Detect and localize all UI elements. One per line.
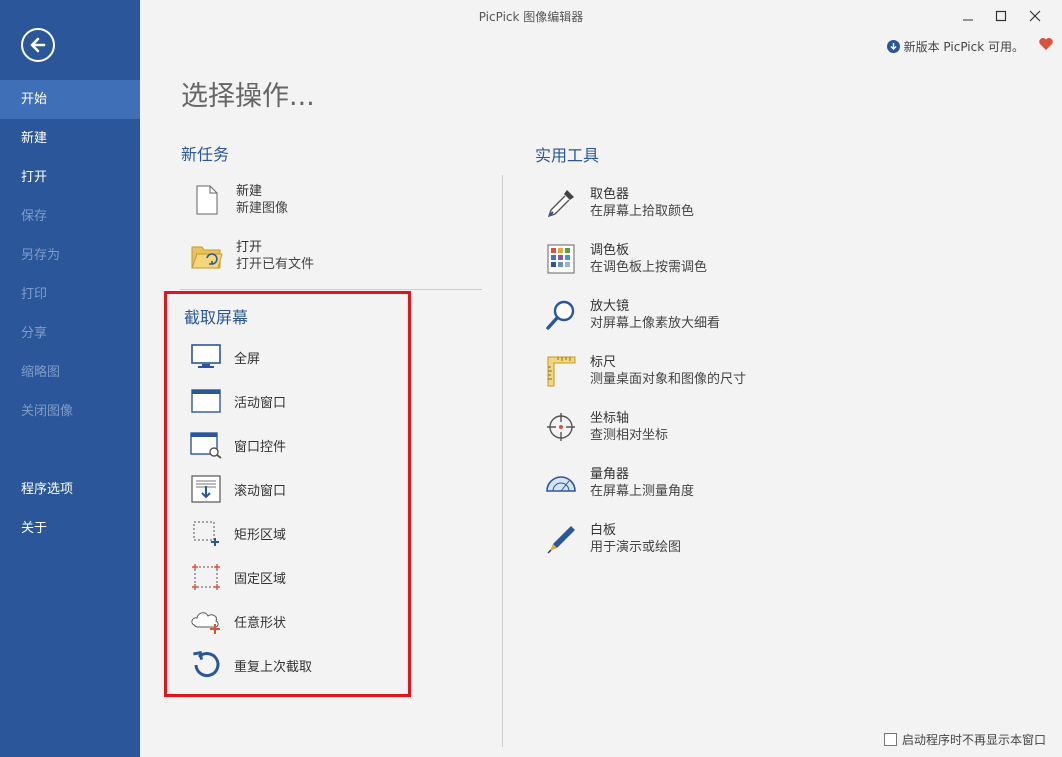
sidebar: 开始 新建 打开 保存 另存为 打印 分享 缩略图 关闭图像 程序选项 关于 (0, 0, 140, 757)
new-image-button[interactable]: 新建 新建图像 (190, 183, 288, 217)
color-picker-label: 取色器 (590, 187, 630, 202)
sidebar-item-print: 打印 (21, 287, 48, 302)
maximize-button[interactable] (985, 4, 1017, 28)
ruler-label: 标尺 (590, 355, 617, 370)
color-palette-label: 调色板 (590, 243, 630, 258)
color-picker-sub: 在屏幕上拾取颜色 (590, 204, 695, 219)
sidebar-nav: 开始 新建 打开 保存 另存为 打印 分享 缩略图 关闭图像 程序选项 关于 (0, 80, 140, 548)
column-divider (502, 175, 503, 747)
pen-icon (544, 522, 578, 556)
protractor-sub: 在屏幕上测量角度 (590, 484, 695, 499)
ruler-button[interactable]: 标尺 测量桌面对象和图像的尺寸 (544, 354, 746, 388)
sidebar-item-share: 分享 (21, 326, 48, 341)
crosshair-sub: 查测相对坐标 (590, 428, 669, 443)
color-palette-sub: 在调色板上按需调色 (590, 260, 708, 275)
open-label: 打开 (236, 240, 263, 255)
close-icon (1029, 10, 1041, 22)
protractor-label: 量角器 (590, 467, 630, 482)
color-palette-button[interactable]: 调色板 在调色板上按需调色 (544, 242, 707, 276)
eyedropper-icon (544, 186, 578, 220)
minimize-icon (963, 19, 973, 21)
crosshair-label: 坐标轴 (590, 411, 630, 426)
back-arrow-icon (30, 37, 46, 53)
startup-checkbox[interactable] (883, 733, 897, 746)
crosshair-icon (544, 410, 578, 444)
capture-highlight-box (164, 291, 411, 697)
open-folder-icon (190, 239, 224, 273)
whiteboard-label: 白板 (590, 523, 617, 538)
tools-title: 实用工具 (535, 146, 600, 165)
ruler-icon (544, 354, 578, 388)
sidebar-item-open[interactable]: 打开 (0, 158, 140, 197)
magnifier-button[interactable]: 放大镜 对屏幕上像素放大细看 (544, 298, 720, 332)
back-button[interactable] (21, 28, 55, 62)
startup-option[interactable]: 启动程序时不再显示本窗口 (883, 731, 1046, 748)
new-label: 新建 (236, 184, 263, 199)
sidebar-item-save: 保存 (21, 209, 48, 224)
whiteboard-sub: 用于演示或绘图 (590, 540, 682, 555)
sidebar-spacer (0, 431, 140, 470)
open-sub: 打开已有文件 (236, 257, 315, 272)
sidebar-item-start[interactable]: 开始 (0, 80, 140, 119)
palette-icon (544, 242, 578, 276)
sidebar-item-thumbnails: 缩略图 (21, 365, 61, 380)
section-divider (180, 289, 482, 290)
whiteboard-button[interactable]: 白板 用于演示或绘图 (544, 522, 681, 556)
heart-icon[interactable] (1038, 36, 1054, 56)
magnifier-sub: 对屏幕上像素放大细看 (590, 316, 721, 331)
new-sub: 新建图像 (236, 201, 289, 216)
protractor-icon (544, 466, 578, 500)
sidebar-item-close-image: 关闭图像 (21, 404, 74, 419)
update-notice[interactable]: 新版本 PicPick 可用。 (886, 38, 1024, 55)
sidebar-item-new[interactable]: 新建 (0, 119, 140, 158)
sidebar-item-about[interactable]: 关于 (0, 509, 140, 548)
color-picker-button[interactable]: 取色器 在屏幕上拾取颜色 (544, 186, 694, 220)
open-file-button[interactable]: 打开 打开已有文件 (190, 239, 314, 273)
minimize-button[interactable] (951, 4, 983, 28)
page-title: 选择操作... (181, 81, 315, 112)
window-title: PicPick 图像编辑器 (478, 10, 584, 24)
sidebar-item-save-as: 另存为 (21, 248, 61, 263)
sidebar-item-options[interactable]: 程序选项 (0, 470, 140, 509)
update-text: 新版本 PicPick 可用。 (903, 40, 1024, 54)
close-button[interactable] (1019, 4, 1051, 28)
protractor-button[interactable]: 量角器 在屏幕上测量角度 (544, 466, 694, 500)
download-icon (886, 40, 900, 53)
crosshair-button[interactable]: 坐标轴 查测相对坐标 (544, 410, 668, 444)
maximize-icon (995, 10, 1007, 22)
magnifier-icon (544, 298, 578, 332)
magnifier-label: 放大镜 (590, 299, 630, 314)
new-task-title: 新任务 (181, 145, 230, 164)
ruler-sub: 测量桌面对象和图像的尺寸 (590, 372, 747, 387)
startup-checkbox-label: 启动程序时不再显示本窗口 (901, 733, 1046, 747)
new-file-icon (190, 183, 224, 217)
